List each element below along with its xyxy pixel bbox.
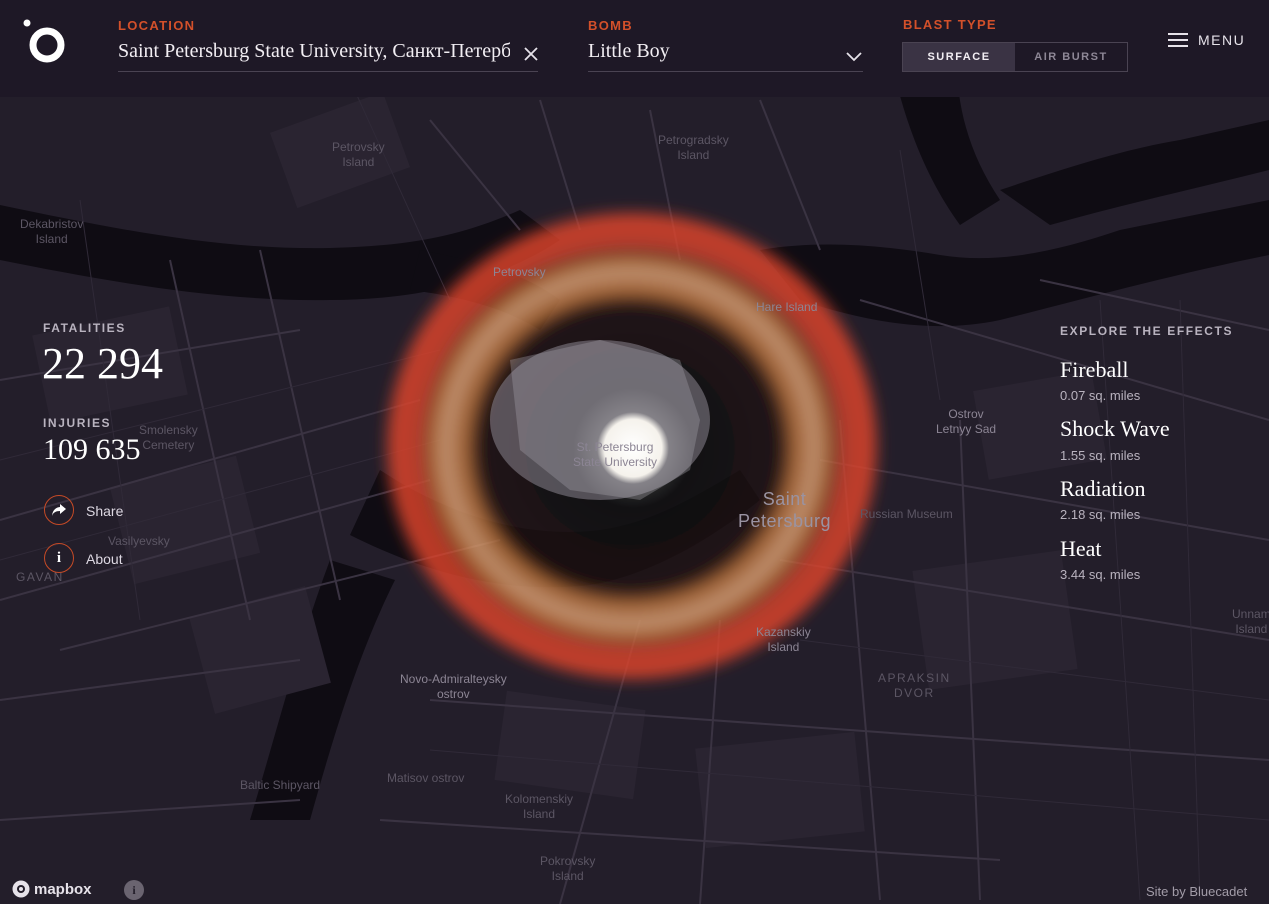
injuries-label: INJURIES: [43, 416, 112, 430]
effect-area: 0.07 sq. miles: [1060, 388, 1141, 403]
map-label: Pokrovsky Island: [540, 854, 596, 883]
blast-surface-option[interactable]: SURFACE: [903, 43, 1015, 71]
bomb-label: BOMB: [588, 18, 633, 33]
mapbox-attribution[interactable]: mapbox: [12, 880, 92, 898]
fatalities-label: FATALITIES: [43, 321, 126, 335]
effect-area: 1.55 sq. miles: [1060, 448, 1141, 463]
effect-area: 2.18 sq. miles: [1060, 507, 1141, 522]
share-button[interactable]: [44, 495, 74, 525]
blast-type-toggle: SURFACE AIR BURST: [902, 42, 1128, 72]
info-icon: i: [56, 549, 62, 566]
logo-icon[interactable]: [20, 18, 68, 66]
fatalities-value: 22 294: [42, 339, 163, 388]
effect-fireball[interactable]: Fireball: [1060, 357, 1128, 383]
map-label: APRAKSIN DVOR: [878, 671, 951, 700]
share-label[interactable]: Share: [86, 503, 123, 519]
map-label: Petrovsky Island: [332, 140, 385, 169]
map-label: Kazanskiy Island: [756, 625, 811, 654]
map-label: Unnam Island: [1232, 607, 1269, 636]
map-label: Matisov ostrov: [387, 771, 465, 785]
map-label: Ostrov Letnyy Sad: [936, 407, 997, 436]
bomb-underline: [588, 71, 863, 72]
injuries-value: 109 635: [43, 433, 141, 466]
hamburger-icon: [1168, 33, 1188, 47]
effects-heading: EXPLORE THE EFFECTS: [1060, 324, 1234, 338]
map-info-icon[interactable]: i: [124, 880, 144, 900]
map-label: Dekabristov Island: [20, 217, 84, 246]
close-icon[interactable]: [521, 44, 541, 64]
map-label: Russian Museum: [860, 507, 953, 521]
chevron-down-icon[interactable]: [845, 50, 863, 62]
map-label: St. Petersburg State University: [573, 440, 658, 469]
effect-area: 3.44 sq. miles: [1060, 567, 1141, 582]
effect-heat[interactable]: Heat: [1060, 536, 1102, 562]
location-input[interactable]: Saint Petersburg State University, Санкт…: [118, 40, 510, 63]
bomb-select[interactable]: Little Boy: [588, 40, 838, 63]
share-arrow-icon: [52, 504, 66, 516]
site-credit[interactable]: Site by Bluecadet: [1146, 884, 1247, 899]
top-bar: LOCATION Saint Petersburg State Universi…: [0, 0, 1269, 97]
map-label: Smolensky Cemetery: [139, 423, 198, 452]
location-label: LOCATION: [118, 18, 196, 33]
map-label: Novo-Admiralteysky ostrov: [400, 672, 507, 701]
map-label: Saint Petersburg: [738, 489, 832, 531]
mapbox-logo-icon: [12, 880, 30, 898]
map-label: Petrogradsky Island: [658, 133, 729, 162]
blast-air-burst-option[interactable]: AIR BURST: [1015, 43, 1127, 71]
menu-label: MENU: [1198, 32, 1246, 48]
mapbox-label: mapbox: [34, 880, 92, 898]
about-label[interactable]: About: [86, 551, 123, 567]
effect-shock-wave[interactable]: Shock Wave: [1060, 416, 1170, 442]
effect-radiation[interactable]: Radiation: [1060, 476, 1146, 502]
menu-button[interactable]: MENU: [1168, 32, 1245, 48]
map-label: Kolomenskiy Island: [505, 792, 574, 821]
map-label: Vasilyevsky: [108, 534, 170, 548]
location-underline: [118, 71, 538, 72]
map-label: Hare Island: [756, 300, 818, 314]
blast-type-label: BLAST TYPE: [903, 17, 997, 32]
map-label: Petrovsky: [493, 265, 546, 279]
about-button[interactable]: i: [44, 543, 74, 573]
map-label: Baltic Shipyard: [240, 778, 321, 792]
